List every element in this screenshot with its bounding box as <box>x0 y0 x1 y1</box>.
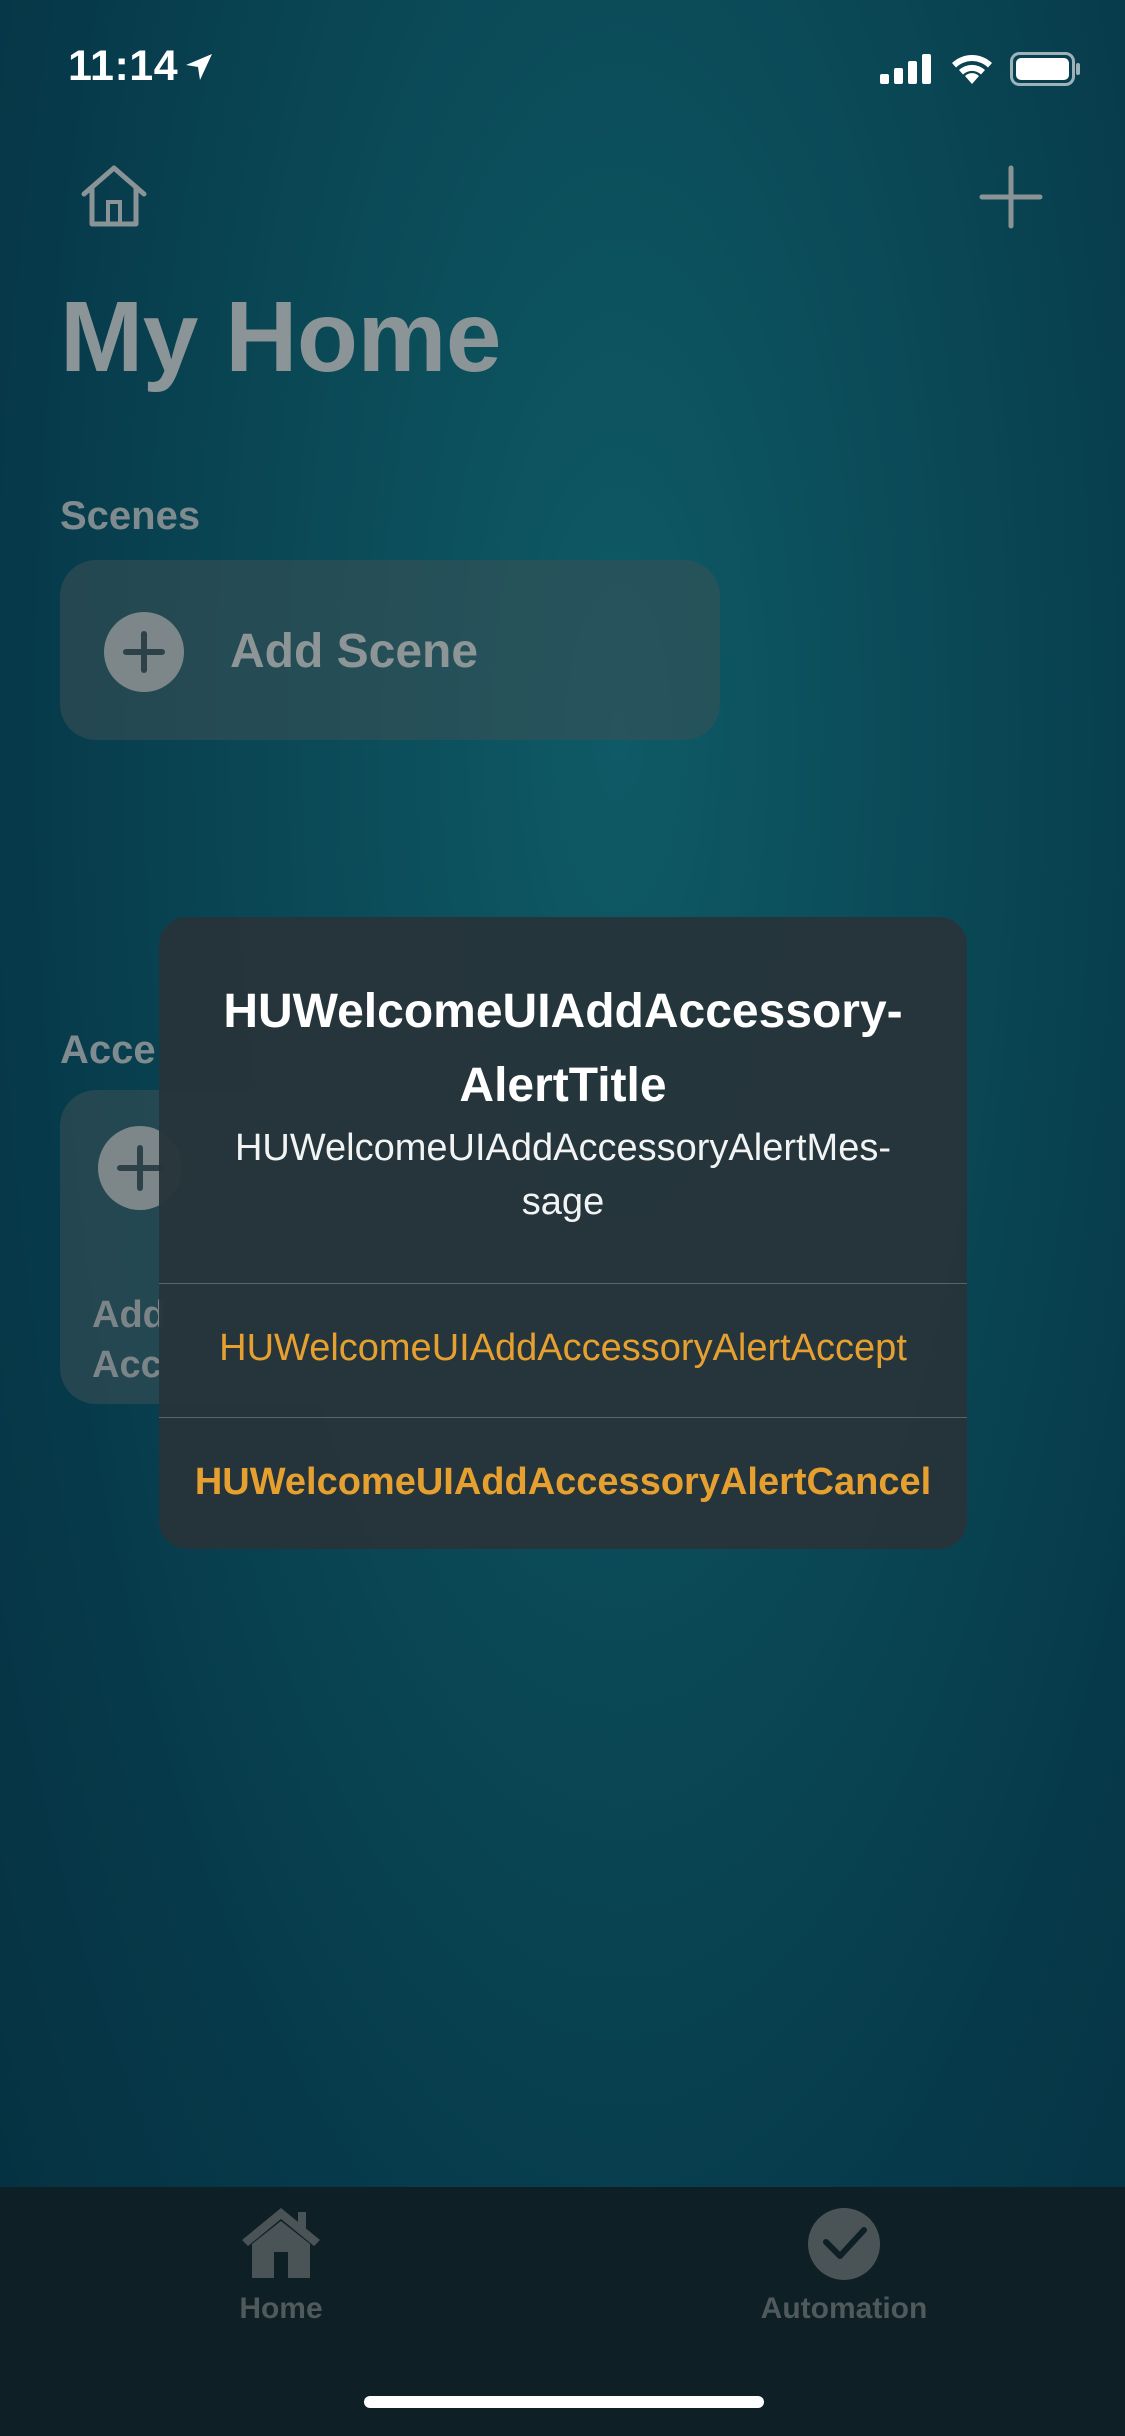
tab-automation[interactable]: Automation <box>740 2292 948 2326</box>
plus-icon <box>979 165 1043 229</box>
wifi-icon <box>950 50 994 89</box>
alert-dialog: HUWelcomeUIAddAccessory- AlertTitle HUWe… <box>159 917 967 1549</box>
page-title: My Home <box>60 281 502 393</box>
alert-message: HUWelcomeUIAddAccessoryAlertMes- sage <box>234 1127 892 1223</box>
location-arrow-icon <box>184 52 214 87</box>
alert-title: HUWelcomeUIAddAccessory- AlertTitle <box>223 985 903 1112</box>
add-button[interactable] <box>978 164 1044 235</box>
alert-cancel-button[interactable]: HUWelcomeUIAddAccessoryAlertCancel <box>159 1461 967 1504</box>
tab-home[interactable]: Home <box>220 2292 342 2326</box>
home-indicator[interactable] <box>364 2396 764 2408</box>
house-tab-icon[interactable] <box>240 2206 322 2285</box>
alert-accept-button[interactable]: HUWelcomeUIAddAccessoryAlertAccept <box>159 1327 967 1370</box>
alert-divider <box>159 1283 967 1284</box>
signal-icon <box>880 54 936 89</box>
add-accessory-label-line1: Add <box>92 1294 166 1336</box>
home-icon <box>81 165 147 227</box>
status-time: 11:14 <box>68 42 179 90</box>
alert-divider <box>159 1417 967 1418</box>
home-button[interactable] <box>78 164 150 233</box>
add-scene-label: Add Scene <box>230 625 479 678</box>
scenes-section-label: Scenes <box>60 494 201 538</box>
accessories-section-label: Acce <box>60 1028 156 1072</box>
clock-check-icon[interactable] <box>806 2206 882 2287</box>
battery-icon <box>1010 52 1082 91</box>
plus-circle-icon <box>104 612 184 697</box>
add-accessory-label-line2: Acc <box>92 1344 162 1386</box>
